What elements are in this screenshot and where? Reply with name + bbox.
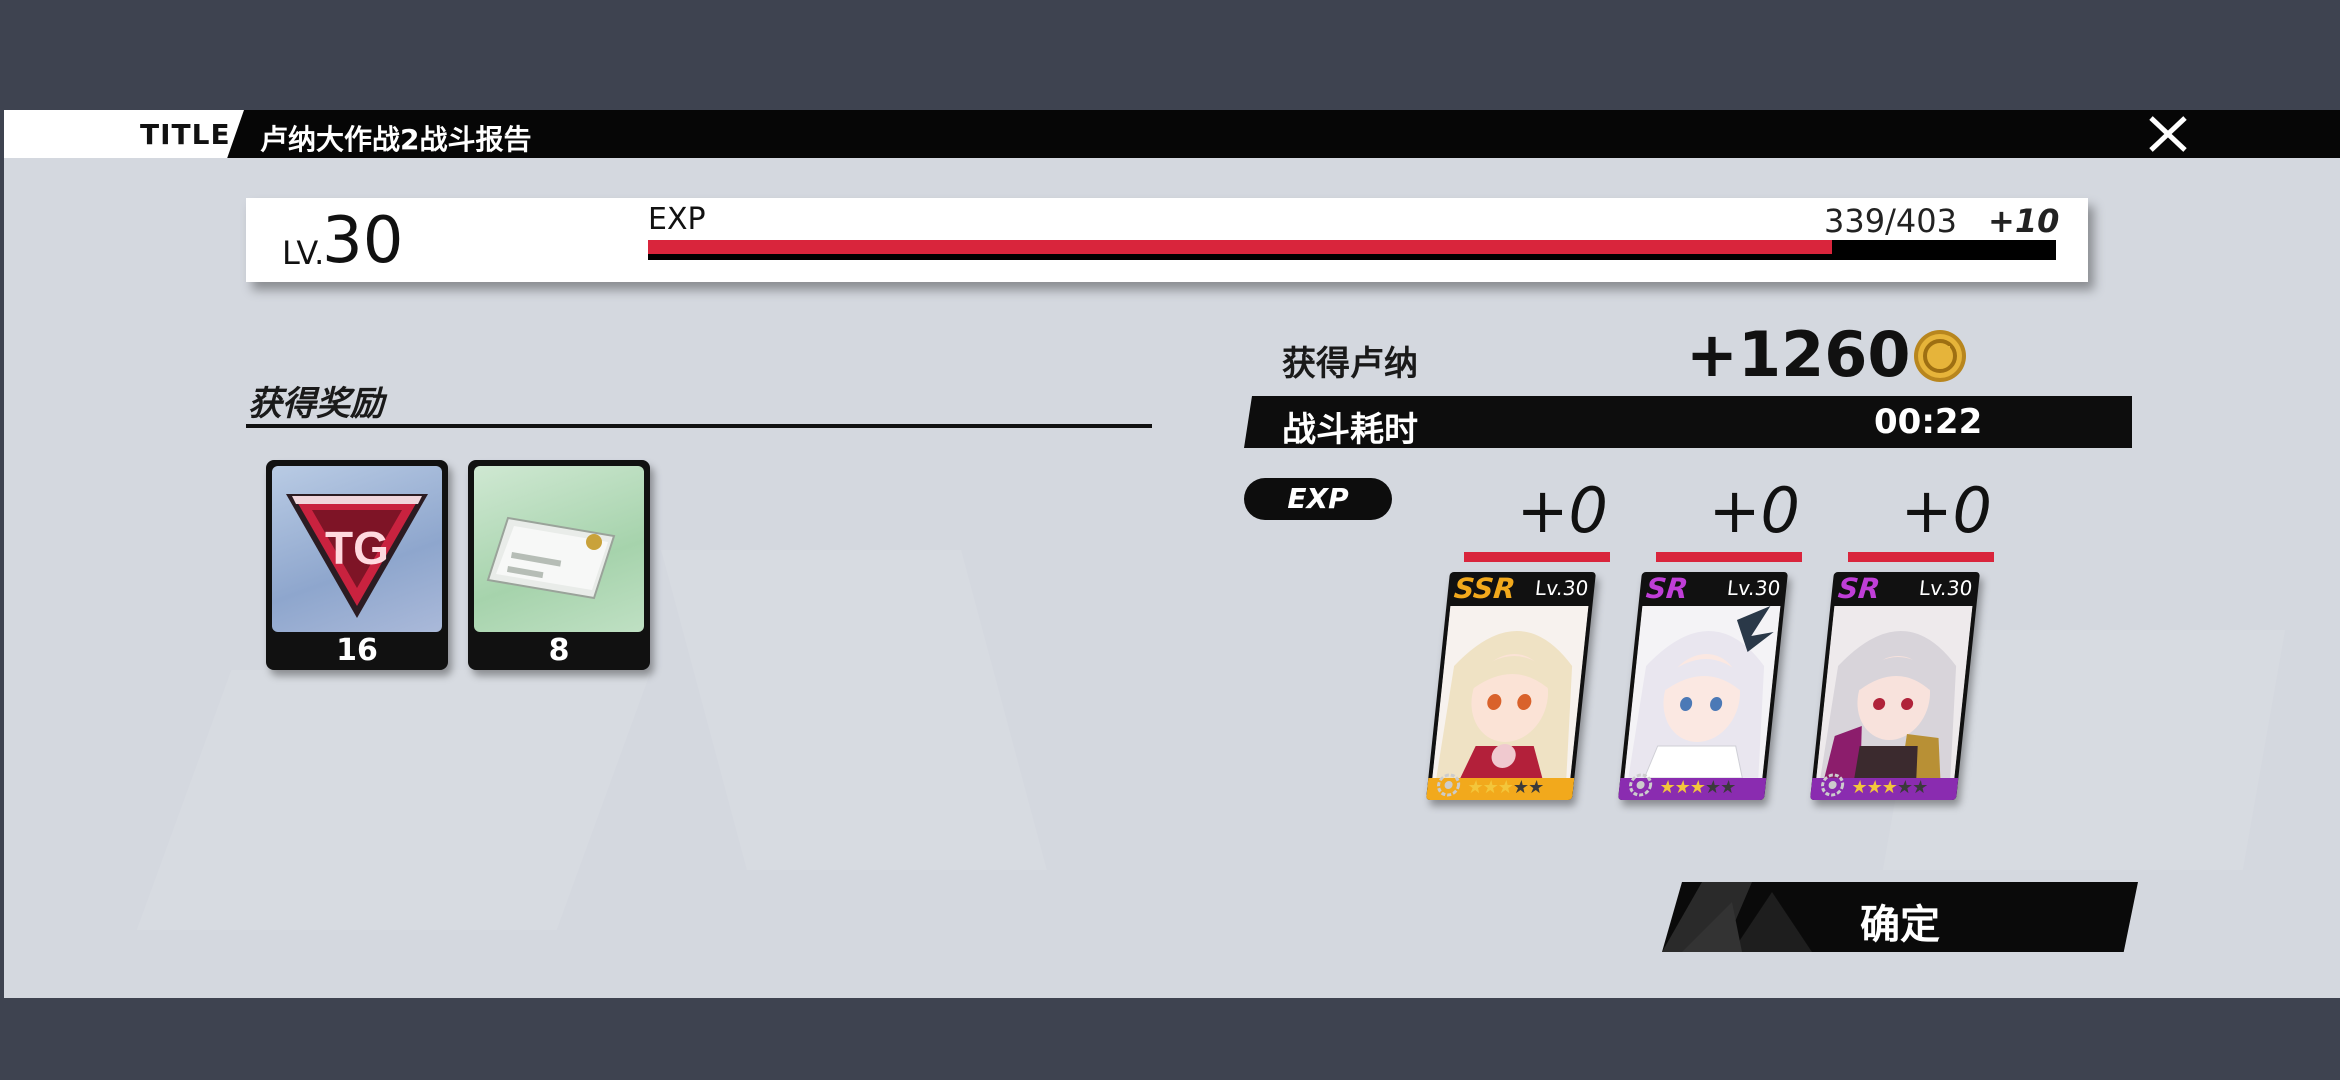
close-button[interactable] <box>2146 114 2190 154</box>
divider <box>246 424 1152 428</box>
confirm-button[interactable]: 确定 <box>1662 882 2138 952</box>
battle-time-value: 00:22 <box>1874 402 1983 442</box>
character-card[interactable]: SR Lv.30 ★★★★★ <box>1810 572 1980 800</box>
page-title: 卢纳大作战2战斗报告 <box>260 123 532 156</box>
character-exp-gain: +0 <box>1516 474 1608 547</box>
svg-text:TG: TG <box>325 522 389 574</box>
character-card[interactable]: SR Lv.30 ★★★★★ <box>1618 572 1788 800</box>
gear-icon <box>1437 773 1461 797</box>
rarity-badge: SR <box>1644 572 1690 605</box>
level-card: LV. 30 EXP 339/403 +10 <box>246 198 2088 282</box>
title-bar: TITLE 卢纳大作战2战斗报告 <box>4 110 2340 158</box>
character-card[interactable]: SSR Lv.30 ★★★★★ <box>1426 572 1596 800</box>
character-stars: ★★★★★ <box>1850 777 1928 798</box>
star-empty-icon: ★ <box>1910 777 1929 798</box>
character-exp-gain: +0 <box>1708 474 1800 547</box>
character-portrait <box>1624 606 1781 778</box>
character-level: Lv.30 <box>1533 576 1590 600</box>
character-stars: ★★★★★ <box>1658 777 1736 798</box>
exp-progress-fill <box>648 240 1833 254</box>
background-facet <box>661 550 1047 870</box>
title-tag-label: TITLE <box>140 118 231 151</box>
reward-count: 8 <box>548 633 570 668</box>
rarity-badge: SSR <box>1452 572 1517 605</box>
reward-item-ticket[interactable]: 8 <box>468 460 650 670</box>
reward-item-emblem[interactable]: TG 16 <box>266 460 448 670</box>
battle-time-label: 战斗耗时 <box>1282 410 1418 450</box>
exp-count: 339/403 <box>1824 202 1957 240</box>
level-value: 30 <box>322 204 404 278</box>
level-prefix: LV. <box>282 234 325 272</box>
coin-icon <box>1914 330 1966 382</box>
exp-badge-label: EXP <box>1287 482 1349 515</box>
exp-progress-bar <box>648 240 2056 260</box>
character-exp-bar <box>1656 552 1802 562</box>
character-exp-gain: +0 <box>1900 474 1992 547</box>
exp-label: EXP <box>648 202 706 237</box>
character-exp-bar <box>1464 552 1610 562</box>
background-facet <box>136 670 652 930</box>
star-empty-icon: ★ <box>1718 777 1737 798</box>
close-icon <box>2149 116 2187 152</box>
gear-icon <box>1821 773 1845 797</box>
battle-time-bar: 战斗耗时 00:22 <box>1244 396 2132 448</box>
character-portrait <box>1432 606 1589 778</box>
star-empty-icon: ★ <box>1526 777 1545 798</box>
character-exp-bar <box>1848 552 1994 562</box>
emblem-icon: TG <box>272 466 442 632</box>
reward-count: 16 <box>336 633 378 668</box>
character-level: Lv.30 <box>1725 576 1782 600</box>
ticket-card-icon <box>474 466 644 632</box>
luna-label: 获得卢纳 <box>1282 344 1418 384</box>
gear-icon <box>1629 773 1653 797</box>
battle-report-panel: TITLE 卢纳大作战2战斗报告 LV. 30 EXP 339/403 +10 … <box>4 110 2340 998</box>
confirm-label: 确定 <box>1860 902 1940 948</box>
luna-value: +1260 <box>1686 318 1911 391</box>
rewards-heading: 获得奖励 <box>248 384 384 424</box>
exp-badge: EXP <box>1244 478 1392 520</box>
rarity-badge: SR <box>1836 572 1882 605</box>
character-level: Lv.30 <box>1917 576 1974 600</box>
screen: TITLE 卢纳大作战2战斗报告 LV. 30 EXP 339/403 +10 … <box>0 0 2340 1080</box>
character-portrait <box>1816 606 1973 778</box>
character-stars: ★★★★★ <box>1466 777 1544 798</box>
exp-gain: +10 <box>1988 202 2060 240</box>
